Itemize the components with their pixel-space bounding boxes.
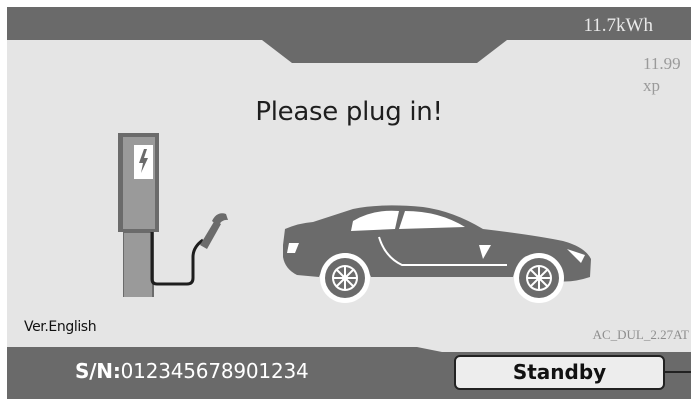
language-version: Ver.English	[24, 319, 97, 335]
charger-screen: 11.7kWh 11.99 xp Please plug in! Ver.Eng…	[7, 7, 691, 399]
serial-value: 012345678901234	[120, 359, 309, 383]
status-button[interactable]: Standby	[454, 355, 665, 390]
car-icon	[283, 205, 591, 303]
charging-cable-icon	[150, 213, 228, 286]
serial-label: S/N:	[75, 359, 121, 383]
serial-number: S/N:012345678901234	[75, 359, 309, 383]
status-connector-line	[665, 371, 691, 373]
firmware-version: AC_DUL_2.27AT	[592, 327, 689, 342]
front-wheel-icon	[320, 253, 370, 303]
rear-wheel-icon	[514, 253, 564, 303]
plug-in-illustration	[118, 133, 591, 303]
